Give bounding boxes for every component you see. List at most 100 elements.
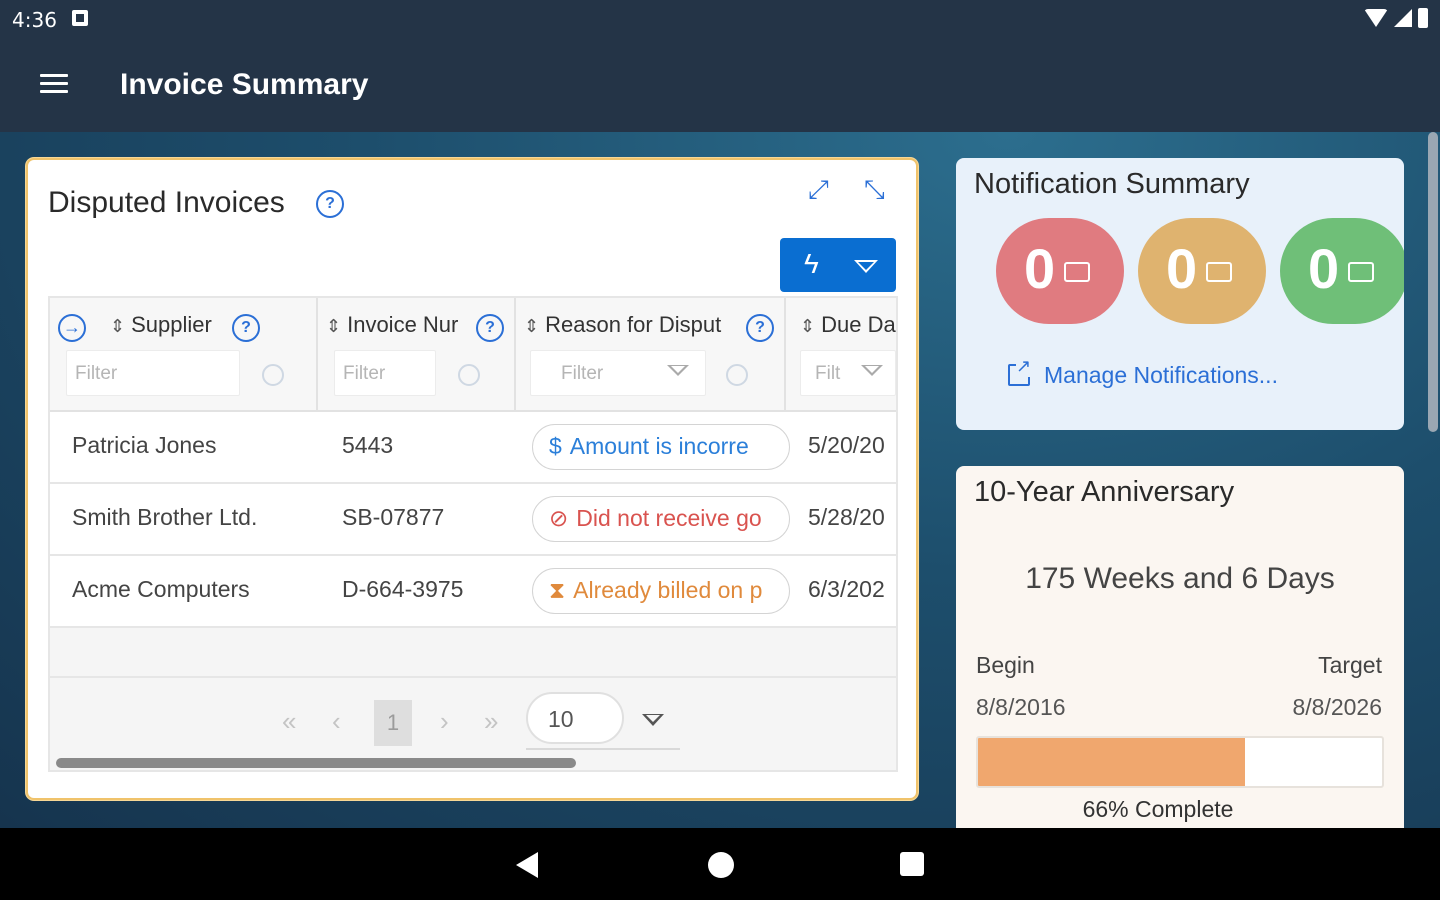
help-icon[interactable]: ? [232,314,260,342]
sim-icon [72,10,88,26]
supplier-cell: Smith Brother Ltd. [72,504,258,530]
target-date: 8/8/2026 [1292,694,1382,720]
help-icon[interactable]: ? [476,314,504,342]
filter-radio[interactable] [262,364,284,386]
progress-fill [978,738,1245,786]
table-row[interactable]: Smith Brother Ltd. SB-07877 ⊘ Did not recei… [50,484,896,556]
progress-bar [976,736,1384,788]
lightning-icon: ϟ [804,248,819,279]
sort-icon: ⇕ [326,316,342,336]
arrow-right-circle-icon[interactable]: → [58,314,86,342]
page-scrollbar[interactable] [1428,132,1438,432]
sort-icon: ⇕ [110,316,126,336]
column-header[interactable]: ⇕ Due Da [800,312,896,338]
reason-icon: ⧗ [549,577,566,603]
expand-icon[interactable]: ⤢ [808,174,829,206]
filter-dropdown[interactable]: Filt [800,350,896,396]
column-reason: ⇕ Reason for Disput ? Filter [516,298,786,412]
reason-pill[interactable]: ⧗ Already billed on p [532,568,790,614]
help-icon[interactable]: ? [316,190,344,218]
notification-count: 0 [1308,237,1340,300]
column-due-date: ⇕ Due Da Filt [786,298,896,412]
app-bar: Invoice Summary [0,40,1440,132]
battery-icon [1418,8,1428,28]
chevron-down-icon [861,365,883,376]
due-date-cell: 5/28/20 [808,504,885,530]
notification-count: 0 [1166,237,1198,300]
system-nav-bar [0,828,1440,900]
sort-icon: ⇕ [524,316,540,336]
column-header[interactable]: ⇕ Invoice Nur [326,312,476,338]
collapse-icon[interactable]: ⤡ [864,174,885,206]
filter-input[interactable]: Filter [334,350,436,396]
status-icons [1364,8,1428,28]
sort-icon: ⇕ [800,316,816,336]
column-header[interactable]: ⇕ Supplier [110,312,212,338]
duration-text: 175 Weeks and 6 Days [1025,562,1335,595]
notification-summary-card: Notification Summary 0 0 0 Manage Notifica… [956,158,1404,430]
envelope-icon [1206,262,1232,282]
prev-page-button[interactable]: ‹ [332,706,341,737]
progress-label: 66% Complete [1082,796,1234,822]
invoice-table: → ⇕ Supplier ? Filter ⇕ Invoice Nur ? Filt… [48,296,898,772]
help-icon[interactable]: ? [746,314,774,342]
manage-notifications-link[interactable]: Manage Notifications... [1044,362,1278,389]
pagination: « ‹ 1 › » 10 [50,678,896,770]
actions-menu-button[interactable]: ϟ [780,238,896,292]
current-page[interactable]: 1 [374,700,412,746]
reason-pill[interactable]: ⊘ Did not receive go [532,496,790,542]
column-invoice-number: ⇕ Invoice Nur ? Filter [318,298,516,412]
page-size-underline [526,748,680,750]
table-row[interactable]: Acme Computers D-664-3975 ⧗ Already billed … [50,556,896,628]
status-time: 4:36 [12,8,57,32]
notification-badge[interactable]: 0 [1138,218,1266,324]
target-label: Target [1318,652,1382,678]
filter-radio[interactable] [458,364,480,386]
external-link-icon[interactable] [1008,356,1032,386]
page-size-select[interactable]: 10 [526,692,624,744]
notification-count: 0 [1024,237,1056,300]
status-bar: 4:36 [0,0,1440,40]
last-page-button[interactable]: » [484,706,498,737]
signal-icon [1394,9,1412,27]
chevron-down-icon [854,260,878,273]
invoice-number-cell: SB-07877 [342,504,445,530]
supplier-cell: Patricia Jones [72,432,217,458]
filter-input[interactable]: Filter [66,350,240,396]
chevron-down-icon [667,365,689,376]
menu-icon[interactable] [40,74,68,98]
reason-icon: ⊘ [549,505,569,531]
reason-text: Did not receive go [576,505,762,531]
invoice-number-cell: 5443 [342,432,394,458]
notification-badge[interactable]: 0 [996,218,1124,324]
reason-pill[interactable]: $ Amount is incorre [532,424,790,470]
reason-icon: $ [549,433,562,459]
due-date-cell: 6/3/202 [808,576,885,602]
next-page-button[interactable]: › [440,706,449,737]
due-date-cell: 5/20/20 [808,432,885,458]
home-icon[interactable] [708,852,734,878]
content-area: Disputed Invoices ? ⤢ ⤡ ϟ → ⇕ Supplier ? … [0,132,1440,828]
column-supplier: → ⇕ Supplier ? Filter [50,298,318,412]
anniversary-card: 10-Year Anniversary 175 Weeks and 6 Days… [956,466,1404,828]
page-title: Invoice Summary [120,68,369,101]
invoice-number-cell: D-664-3975 [342,576,464,602]
begin-label: Begin [976,652,1035,678]
begin-date: 8/8/2016 [976,694,1066,720]
reason-text: Already billed on p [573,577,763,603]
card-title: Disputed Invoices [48,186,285,219]
envelope-icon [1348,262,1374,282]
reason-text: Amount is incorre [569,433,749,459]
supplier-cell: Acme Computers [72,576,250,602]
back-icon[interactable] [516,852,538,878]
table-row[interactable]: Patricia Jones 5443 $ Amount is incorre 5/20… [50,412,896,484]
empty-row [50,628,896,678]
recent-apps-icon[interactable] [900,852,924,876]
chevron-down-icon[interactable] [642,714,664,726]
filter-radio[interactable] [726,364,748,386]
filter-dropdown[interactable]: Filter [530,350,706,396]
first-page-button[interactable]: « [282,706,296,737]
horizontal-scrollbar[interactable] [56,758,576,768]
notification-badge[interactable]: 0 [1280,218,1404,324]
column-header[interactable]: ⇕ Reason for Disput [524,312,742,338]
